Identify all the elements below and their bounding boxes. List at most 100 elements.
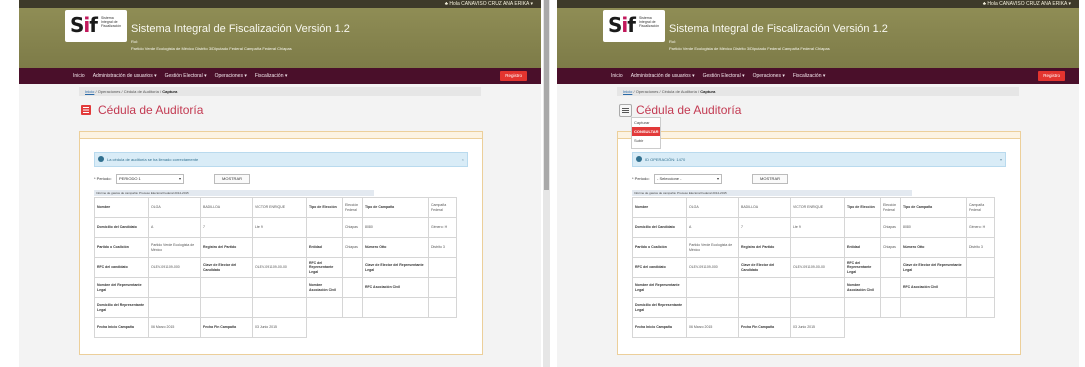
table-cell: OLGA bbox=[148, 197, 201, 218]
table-cell bbox=[428, 277, 457, 298]
menu-item-consultar[interactable]: CONSULTAR bbox=[632, 127, 660, 136]
breadcrumb-inicio[interactable]: Inicio bbox=[623, 89, 632, 94]
table-row: Nombre del Representante Legal Nombre As… bbox=[94, 277, 457, 298]
alert-message: La cédula de auditoría se ha llenado cor… bbox=[107, 157, 199, 162]
table-cell: Chiapas bbox=[880, 217, 901, 238]
table-cell: Entidad bbox=[844, 237, 881, 258]
breadcrumb-operaciones[interactable]: Operaciones bbox=[98, 89, 121, 94]
nav-operaciones[interactable]: Operaciones ▾ bbox=[215, 68, 247, 84]
scrollbar[interactable] bbox=[543, 0, 550, 367]
table-row: Fecha Inicio Campaña 06 Marzo 2015 Fecha… bbox=[94, 317, 457, 338]
nav-administracion[interactable]: Administración de usuarios ▾ bbox=[631, 68, 695, 84]
table-cell: Clave de Elector del Candidato bbox=[738, 257, 791, 278]
table-cell: 03 Junio 2015 bbox=[790, 317, 845, 338]
table-cell: BADILLOA bbox=[200, 197, 253, 218]
user-menu[interactable]: ♣ Hola CANAVISO CRUZ ANA ERIKA ▾ bbox=[983, 0, 1071, 8]
mostrar-button[interactable]: MOSTRAR bbox=[214, 174, 250, 184]
table-row: Partido o Coalición Partido Verde Ecolog… bbox=[632, 237, 995, 258]
table-cell: A bbox=[148, 217, 201, 238]
periodo-select[interactable]: - Seleccione - ▾ bbox=[654, 174, 722, 184]
scrollbar-thumb[interactable] bbox=[544, 0, 549, 190]
table-cell bbox=[881, 318, 901, 338]
table-cell: Lte 9 bbox=[790, 217, 845, 238]
periodo-row: * Periodo: PERIODO 1 ▾ MOSTRAR bbox=[94, 174, 314, 184]
nav-operaciones[interactable]: Operaciones ▾ bbox=[753, 68, 785, 84]
table-row: Domicilio del Candidato A 7 Lte 9 Chiapa… bbox=[632, 217, 995, 238]
table-row: Nombre OLGA BADILLOA VICTOR ENRIQUE Tipo… bbox=[632, 197, 995, 218]
breadcrumb-inicio[interactable]: Inicio bbox=[85, 89, 94, 94]
table-row: Nombre del Representante Legal Nombre As… bbox=[632, 277, 995, 298]
table-cell: Nombre del Representante Legal bbox=[94, 277, 149, 298]
table-cell: OLGA bbox=[686, 197, 739, 218]
page-title: Cédula de Auditoría bbox=[636, 103, 742, 117]
informe-label: Informe de gastos de campaña: Proceso El… bbox=[632, 190, 912, 196]
table-cell: Domicilio del Representante Legal bbox=[94, 297, 149, 318]
table-cell bbox=[252, 237, 307, 258]
table-cell bbox=[790, 297, 845, 318]
table-cell: 8080 bbox=[362, 217, 429, 238]
nav-gestion-electoral[interactable]: Gestión Electoral ▾ bbox=[165, 68, 207, 84]
table-cell bbox=[900, 297, 967, 318]
table-cell: RFC del candidato bbox=[632, 257, 687, 278]
table-cell: Clave de Elector del Representante Legal bbox=[900, 257, 967, 278]
breadcrumb-cedula[interactable]: Cédula de Auditoría bbox=[124, 89, 159, 94]
table-cell: Partido o Coalición bbox=[632, 237, 687, 258]
table-cell: Domicilio del Candidato bbox=[94, 217, 149, 238]
logo-mark: Sif bbox=[608, 13, 636, 37]
party-info: Partido Verde Ecologista de México Distr… bbox=[669, 46, 830, 51]
breadcrumb-current: Captura bbox=[700, 89, 716, 94]
nav-fiscalizacion[interactable]: Fiscalización ▾ bbox=[255, 68, 288, 84]
top-bar: ♣ Hola CANAVISO CRUZ ANA ERIKA ▾ bbox=[557, 0, 1079, 8]
table-cell: Número Otto bbox=[900, 237, 967, 258]
breadcrumb-cedula[interactable]: Cédula de Auditoría bbox=[662, 89, 697, 94]
sif-logo: Sif Sistema Integral de Fiscalización bbox=[603, 10, 665, 42]
breadcrumb-operaciones[interactable]: Operaciones bbox=[636, 89, 659, 94]
table-cell bbox=[966, 257, 995, 278]
cedula-table: Nombre OLGA BADILLOA VICTOR ENRIQUE Tipo… bbox=[632, 197, 995, 338]
periodo-label: * Periodo: bbox=[632, 176, 650, 181]
close-icon[interactable]: × bbox=[462, 153, 464, 166]
menu-item-subir[interactable]: Subir bbox=[632, 136, 660, 145]
table-cell: Nombre Asociación Civil bbox=[306, 277, 343, 298]
table-cell: 03 Junio 2015 bbox=[252, 317, 307, 338]
table-cell: Distrito 3 bbox=[966, 237, 995, 258]
table-cell: 8080 bbox=[900, 217, 967, 238]
logo-mark: Sif bbox=[70, 13, 98, 37]
user-menu[interactable]: ♣ Hola CANAVISO CRUZ ANA ERIKA ▾ bbox=[445, 0, 533, 8]
table-cell bbox=[252, 277, 307, 298]
table-cell: Elección Federal bbox=[880, 197, 901, 218]
content-panel: ID OPERACIÓN: 1470 ▾ * Periodo: - Selecc… bbox=[617, 131, 1021, 355]
table-cell bbox=[306, 297, 343, 318]
nav-fiscalizacion[interactable]: Fiscalización ▾ bbox=[793, 68, 826, 84]
chevron-down-icon[interactable]: ▾ bbox=[1000, 153, 1002, 166]
table-cell: Chiapas bbox=[342, 217, 363, 238]
registro-button[interactable]: Registro bbox=[500, 71, 527, 81]
content-panel: La cédula de auditoría se ha llenado cor… bbox=[79, 131, 483, 355]
table-cell bbox=[428, 297, 457, 318]
nav-inicio[interactable]: Inicio bbox=[73, 68, 85, 84]
table-cell bbox=[790, 277, 845, 298]
table-cell: Clave de Elector del Representante Legal bbox=[362, 257, 429, 278]
table-cell bbox=[790, 237, 845, 258]
table-cell: Chiapas bbox=[880, 237, 901, 258]
breadcrumb: Inicio / Operaciones / Cédula de Auditor… bbox=[79, 87, 481, 96]
table-cell: Fecha Inicio Campaña bbox=[632, 317, 687, 338]
logo-subtitle: Sistema Integral de Fiscalización bbox=[639, 16, 660, 28]
top-bar: ♣ Hola CANAVISO CRUZ ANA ERIKA ▾ bbox=[19, 0, 541, 8]
table-cell: Tipo de Elección bbox=[306, 197, 343, 218]
hamburger-menu-icon[interactable] bbox=[619, 104, 632, 117]
breadcrumb: Inicio / Operaciones / Cédula de Auditor… bbox=[617, 87, 1019, 96]
nav-administracion[interactable]: Administración de usuarios ▾ bbox=[93, 68, 157, 84]
nav-gestion-electoral[interactable]: Gestión Electoral ▾ bbox=[703, 68, 745, 84]
registro-button[interactable]: Registro bbox=[1038, 71, 1065, 81]
periodo-select[interactable]: PERIODO 1 ▾ bbox=[116, 174, 184, 184]
table-cell: Entidad bbox=[306, 237, 343, 258]
hamburger-menu-icon[interactable] bbox=[81, 105, 91, 115]
menu-item-capturar[interactable]: Capturar bbox=[632, 118, 660, 127]
menu-dropdown: Capturar CONSULTAR Subir bbox=[631, 117, 661, 149]
table-cell bbox=[306, 217, 343, 238]
mostrar-button[interactable]: MOSTRAR bbox=[752, 174, 788, 184]
nav-inicio[interactable]: Inicio bbox=[611, 68, 623, 84]
table-cell bbox=[738, 297, 791, 318]
chevron-down-icon: ▾ bbox=[178, 176, 181, 181]
